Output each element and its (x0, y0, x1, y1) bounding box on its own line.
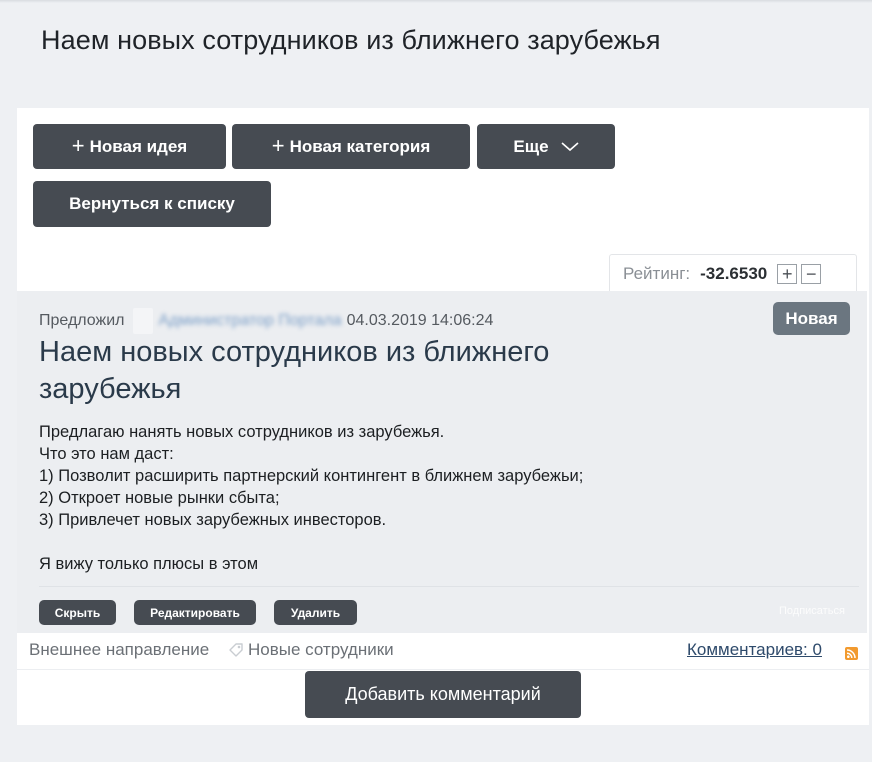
more-dropdown-button[interactable]: Еще (477, 124, 615, 169)
plus-icon: + (71, 132, 85, 158)
subscribe-link[interactable]: Подписаться (779, 605, 845, 617)
idea-card: Предложил Администратор Портала 04.03.20… (17, 291, 867, 633)
status-badge: Новая (773, 302, 850, 335)
author-link[interactable]: Администратор Портала (159, 312, 342, 330)
page-title: Наем новых сотрудников из ближнего заруб… (41, 25, 661, 55)
proposed-by-label: Предложил (39, 312, 125, 329)
chevron-down-icon (561, 141, 579, 152)
idea-title: Наем новых сотрудников из ближнего заруб… (39, 336, 550, 405)
tag-label: Новые сотрудники (248, 640, 394, 659)
divider (17, 669, 869, 670)
new-idea-label: Новая идея (89, 136, 188, 156)
avatar (132, 308, 153, 334)
idea-footer: Внешнее направление Новые сотрудники Ком… (29, 640, 859, 662)
tag-icon (228, 642, 244, 658)
category-link[interactable]: Внешнее направление (29, 640, 209, 660)
new-category-label: Новая категория (289, 136, 431, 156)
idea-body-line: Предлагаю нанять новых сотрудников из за… (39, 423, 445, 441)
rating-box: Рейтинг: -32.6530 + − (609, 254, 857, 292)
rating-label: Рейтинг: (623, 263, 691, 283)
add-comment-button[interactable]: Добавить комментарий (305, 671, 581, 718)
rss-icon[interactable] (845, 645, 858, 660)
top-shadow (0, 0, 872, 3)
idea-body: Предлагаю нанять новых сотрудников из за… (39, 421, 583, 575)
back-to-list-label: Вернуться к списку (69, 194, 235, 213)
delete-button[interactable]: Удалить (274, 600, 357, 625)
idea-body-line: Я вижу только плюсы в этом (39, 555, 259, 573)
back-to-list-button[interactable]: Вернуться к списку (33, 181, 271, 227)
idea-body-line: 1) Позволит расширить партнерский контин… (39, 467, 584, 485)
idea-meta: Предложил Администратор Портала 04.03.20… (39, 308, 493, 334)
divider (39, 586, 859, 587)
tag-link[interactable]: Новые сотрудники (228, 640, 394, 660)
rate-minus-button[interactable]: − (801, 263, 822, 284)
plus-icon: + (271, 132, 285, 158)
rating-value: -32.6530 (700, 263, 768, 283)
comments-count-link[interactable]: Комментариев: 0 (687, 640, 822, 660)
idea-body-line: 3) Привлечет новых зарубежных инвесторов… (39, 511, 387, 529)
idea-body-line: Что это нам даст: (39, 445, 174, 463)
edit-button[interactable]: Редактировать (134, 600, 256, 625)
new-idea-button[interactable]: + Новая идея (33, 124, 226, 169)
more-label: Еще (513, 136, 549, 156)
idea-body-blank-line (39, 531, 583, 553)
idea-body-line: 2) Откроет новые рынки сбыта; (39, 489, 280, 507)
new-category-button[interactable]: + Новая категория (232, 124, 470, 169)
rate-plus-button[interactable]: + (777, 263, 798, 284)
idea-datetime: 04.03.2019 14:06:24 (346, 312, 494, 329)
hide-button[interactable]: Скрыть (39, 600, 116, 625)
